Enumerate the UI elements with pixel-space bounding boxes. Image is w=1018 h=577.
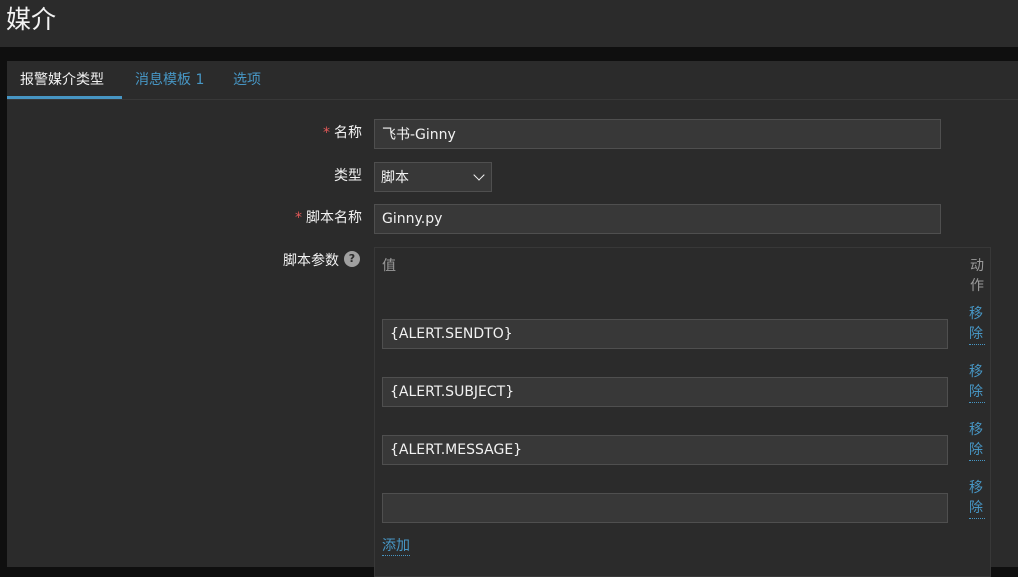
- name-label-row: * 名称: [207, 124, 362, 142]
- param-value-input[interactable]: {ALERT.SUBJECT}: [382, 377, 948, 407]
- type-label: 类型: [334, 168, 362, 184]
- script-params-table: 值 动作 {ALERT.SENDTO} 移除 {ALERT.SUBJECT} 移…: [374, 247, 991, 577]
- name-input[interactable]: 飞书-Ginny: [374, 119, 941, 149]
- required-marker: *: [323, 125, 330, 141]
- tab-options[interactable]: 选项: [233, 71, 261, 89]
- script-name-label: 脚本名称: [306, 210, 362, 226]
- script-params-label: 脚本参数: [283, 253, 339, 269]
- help-icon[interactable]: ?: [344, 251, 360, 267]
- action-column-header: 动作: [970, 258, 984, 294]
- remove-param-button[interactable]: 移除: [969, 478, 985, 519]
- param-value-input[interactable]: {ALERT.MESSAGE}: [382, 435, 948, 465]
- page-header: 媒介: [0, 0, 1018, 47]
- tab-message-templates[interactable]: 消息模板 1: [135, 71, 204, 89]
- active-tab-indicator: [7, 96, 122, 99]
- script-name-label-row: * 脚本名称: [207, 209, 362, 227]
- remove-param-button[interactable]: 移除: [969, 420, 985, 461]
- media-form-panel: 报警媒介类型 消息模板 1 选项 * 名称 飞书-Ginny 类型 脚本 * 脚本名…: [7, 61, 1018, 577]
- value-column-header: 值: [382, 258, 396, 274]
- type-select[interactable]: 脚本: [374, 162, 492, 192]
- name-label: 名称: [334, 125, 362, 141]
- required-marker: *: [295, 210, 302, 226]
- tab-bar: 报警媒介类型 消息模板 1 选项: [7, 61, 1018, 100]
- tab-media-type[interactable]: 报警媒介类型: [20, 71, 104, 89]
- chevron-down-icon: [473, 169, 485, 181]
- type-select-value: 脚本: [381, 170, 409, 186]
- remove-param-button[interactable]: 移除: [969, 304, 985, 345]
- page-title: 媒介: [6, 5, 57, 34]
- remove-param-button[interactable]: 移除: [969, 362, 985, 403]
- script-name-input[interactable]: Ginny.py: [374, 204, 941, 234]
- param-value-input[interactable]: {ALERT.SENDTO}: [382, 319, 948, 349]
- param-value-input[interactable]: [382, 493, 948, 523]
- add-param-link[interactable]: 添加: [382, 537, 410, 556]
